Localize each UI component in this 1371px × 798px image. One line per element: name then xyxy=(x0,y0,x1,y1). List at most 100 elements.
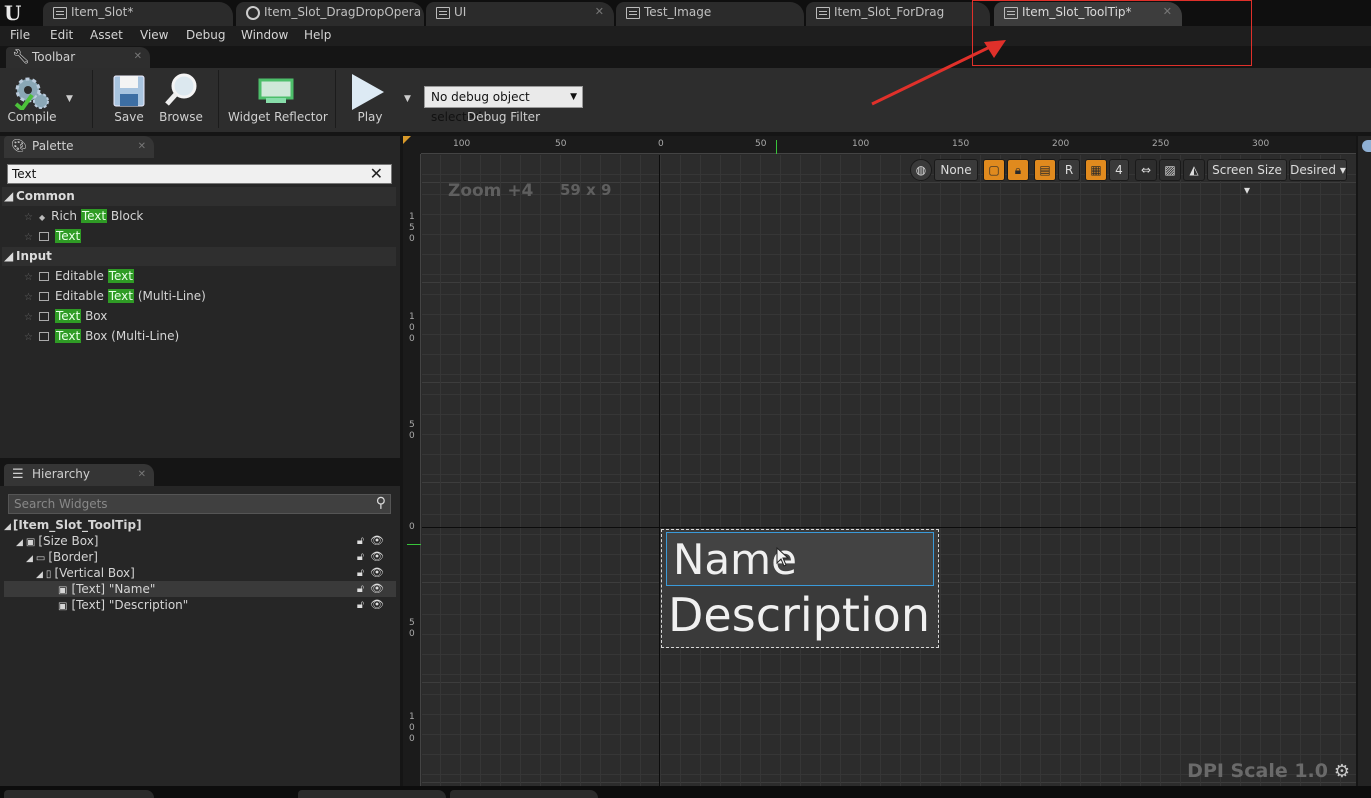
widget-reflector-button[interactable]: Widget Reflector xyxy=(228,68,328,128)
save-button[interactable]: Save xyxy=(106,68,152,128)
annotation-highlight-box xyxy=(972,0,1252,66)
layout-icon[interactable]: ▤ xyxy=(1034,159,1056,181)
origin-axis-horizontal xyxy=(422,527,1356,528)
play-button[interactable]: Play xyxy=(344,68,396,128)
toolbar-tab[interactable]: 🔧︎ Toolbar ✕ xyxy=(6,47,150,68)
hierarchy-row-vertical-box[interactable]: ◢ ▯ [Vertical Box] 🔓︎👁︎ xyxy=(4,565,396,581)
origin-axis-vertical xyxy=(659,155,660,786)
lock-visibility-icons[interactable]: 🔓︎👁︎ xyxy=(357,597,390,613)
ruler-tick-label: 50 xyxy=(409,420,415,441)
palette-item-text-box-multiline[interactable]: ☆ Text Box (Multi-Line) xyxy=(24,329,179,343)
designer-canvas[interactable]: 100 50 0 50 100 150 200 250 300 150 100 … xyxy=(403,136,1356,786)
ruler-tick-label: 0 xyxy=(409,522,415,532)
bottom-tab[interactable] xyxy=(4,790,154,798)
description-text-widget[interactable]: Description xyxy=(668,588,930,642)
details-tab-icon[interactable] xyxy=(1362,140,1371,152)
palette-search-input[interactable]: Text ✕ xyxy=(7,164,392,184)
corner-marker-icon xyxy=(403,136,411,144)
browse-button[interactable]: Browse xyxy=(156,68,206,128)
chevron-down-icon[interactable]: ▼ xyxy=(66,94,73,104)
tab-item-slot[interactable]: Item_Slot* xyxy=(43,2,233,26)
star-icon[interactable]: ☆ xyxy=(24,272,33,283)
hierarchy-row-text-description[interactable]: ▣ [Text] "Description" 🔓︎👁︎ xyxy=(4,597,396,613)
hierarchy-root[interactable]: ◢ [Item_Slot_ToolTip] xyxy=(4,517,396,533)
chevron-down-icon[interactable]: ▼ xyxy=(404,94,411,104)
menu-debug[interactable]: Debug xyxy=(186,28,225,42)
image-icon[interactable]: ▨ xyxy=(1159,159,1181,181)
search-icon[interactable]: ⚲ xyxy=(376,494,386,513)
ruler-vertical: 150 100 50 0 50 100 xyxy=(403,154,421,786)
close-icon[interactable]: ✕ xyxy=(138,464,146,485)
hierarchy-search-input[interactable]: Search Widgets ⚲ xyxy=(8,494,391,514)
magnifier-icon xyxy=(165,73,197,106)
diamond-icon: ◆ xyxy=(38,213,46,222)
menu-file[interactable]: File xyxy=(10,28,30,42)
lock-visibility-icons[interactable]: 🔓︎👁︎ xyxy=(357,581,390,597)
tooltip-widget-preview[interactable]: Name Description xyxy=(661,529,939,648)
hierarchy-row-border[interactable]: ◢ ▭ [Border] 🔓︎👁︎ xyxy=(4,549,396,565)
gear-icon[interactable]: ⚙ xyxy=(1334,761,1350,782)
palette-category-common[interactable]: ◢ Common xyxy=(2,187,396,206)
none-button[interactable]: None xyxy=(934,159,978,181)
menu-asset[interactable]: Asset xyxy=(90,28,123,42)
globe-icon[interactable]: ◍ xyxy=(910,159,932,181)
menu-window[interactable]: Window xyxy=(241,28,288,42)
palette-item-text[interactable]: ☆ Text xyxy=(24,229,82,243)
star-icon[interactable]: ☆ xyxy=(24,312,33,323)
expand-triangle-icon: ◢ xyxy=(16,538,23,548)
toolbar-separator xyxy=(218,70,219,128)
palette-item-text-box[interactable]: ☆ Text Box xyxy=(24,309,107,323)
bottom-tab[interactable] xyxy=(298,790,446,798)
tab-item-slot-fordrag[interactable]: Item_Slot_ForDrag xyxy=(806,2,990,26)
grid-size-button[interactable]: 4 xyxy=(1109,159,1129,181)
palette-item-editable-text[interactable]: ☆ Editable Text xyxy=(24,269,134,283)
debug-object-dropdown[interactable]: No debug object selected ▼ xyxy=(424,86,583,124)
hierarchy-row-size-box[interactable]: ◢ ▣ [Size Box] 🔓︎👁︎ xyxy=(4,533,396,549)
palette-tab[interactable]: 🎨︎ Palette ✕ xyxy=(4,136,154,158)
toolbar-separator xyxy=(335,70,336,128)
star-icon[interactable]: ☆ xyxy=(24,292,33,303)
name-text-widget[interactable]: Name xyxy=(666,532,934,586)
r-button[interactable]: R xyxy=(1058,159,1080,181)
star-icon[interactable]: ☆ xyxy=(24,212,33,223)
expand-triangle-icon: ◢ xyxy=(4,522,11,532)
close-icon[interactable]: ✕ xyxy=(134,47,142,67)
resize-icon[interactable]: ⇔ xyxy=(1135,159,1157,181)
clear-icon[interactable]: ✕ xyxy=(370,165,383,183)
mirror-icon[interactable]: ◭ xyxy=(1183,159,1205,181)
menu-edit[interactable]: Edit xyxy=(50,28,73,42)
editable-text-icon xyxy=(38,272,49,281)
lock-visibility-icons[interactable]: 🔓︎👁︎ xyxy=(357,533,390,549)
desired-dropdown[interactable]: Desired ▾ xyxy=(1289,159,1347,181)
palette-category-input[interactable]: ◢ Input xyxy=(2,247,396,266)
star-icon[interactable]: ☆ xyxy=(24,332,33,343)
snap-outline-icon[interactable]: ▢ xyxy=(983,159,1005,181)
lock-visibility-icons[interactable]: 🔓︎👁︎ xyxy=(357,565,390,581)
bottom-tab[interactable] xyxy=(450,790,598,798)
hierarchy-tab[interactable]: ☰ Hierarchy ✕ xyxy=(4,464,154,486)
compile-button[interactable]: Compile xyxy=(4,68,60,128)
close-icon[interactable]: ✕ xyxy=(138,136,146,157)
menu-view[interactable]: View xyxy=(140,28,168,42)
menu-help[interactable]: Help xyxy=(304,28,331,42)
palette-item-rich-text-block[interactable]: ☆ ◆ Rich Text Block xyxy=(24,209,143,223)
screen-size-dropdown[interactable]: Screen Size ▾ xyxy=(1207,159,1287,197)
border-icon: ▭ xyxy=(35,553,46,564)
star-icon[interactable]: ☆ xyxy=(24,232,33,243)
expand-triangle-icon: ◢ xyxy=(36,570,43,580)
ruler-tick-label: 100 xyxy=(852,139,870,149)
expand-triangle-icon: ◢ xyxy=(26,554,33,564)
text-box-multiline-icon xyxy=(38,332,49,341)
details-panel-edge xyxy=(1358,136,1371,786)
palette-item-editable-text-multiline[interactable]: ☆ Editable Text (Multi-Line) xyxy=(24,289,206,303)
lock-icon[interactable]: 🔒︎ xyxy=(1007,159,1029,181)
widget-size-label: 59 x 9 xyxy=(560,181,612,199)
tab-ui[interactable]: UI ✕ xyxy=(426,2,614,26)
lock-visibility-icons[interactable]: 🔓︎👁︎ xyxy=(357,549,390,565)
tab-item-slot-dragdrop[interactable]: Item_Slot_DragDropOpera xyxy=(236,2,424,26)
tab-test-image[interactable]: Test_Image xyxy=(616,2,804,26)
close-icon[interactable]: ✕ xyxy=(595,2,604,22)
grid-icon[interactable]: ▦ xyxy=(1085,159,1107,181)
design-grid[interactable]: Zoom +4 59 x 9 DPI Scale 1.0 ⚙ xyxy=(422,155,1356,786)
hierarchy-row-text-name[interactable]: ▣ [Text] "Name" 🔓︎👁︎ xyxy=(4,581,396,597)
